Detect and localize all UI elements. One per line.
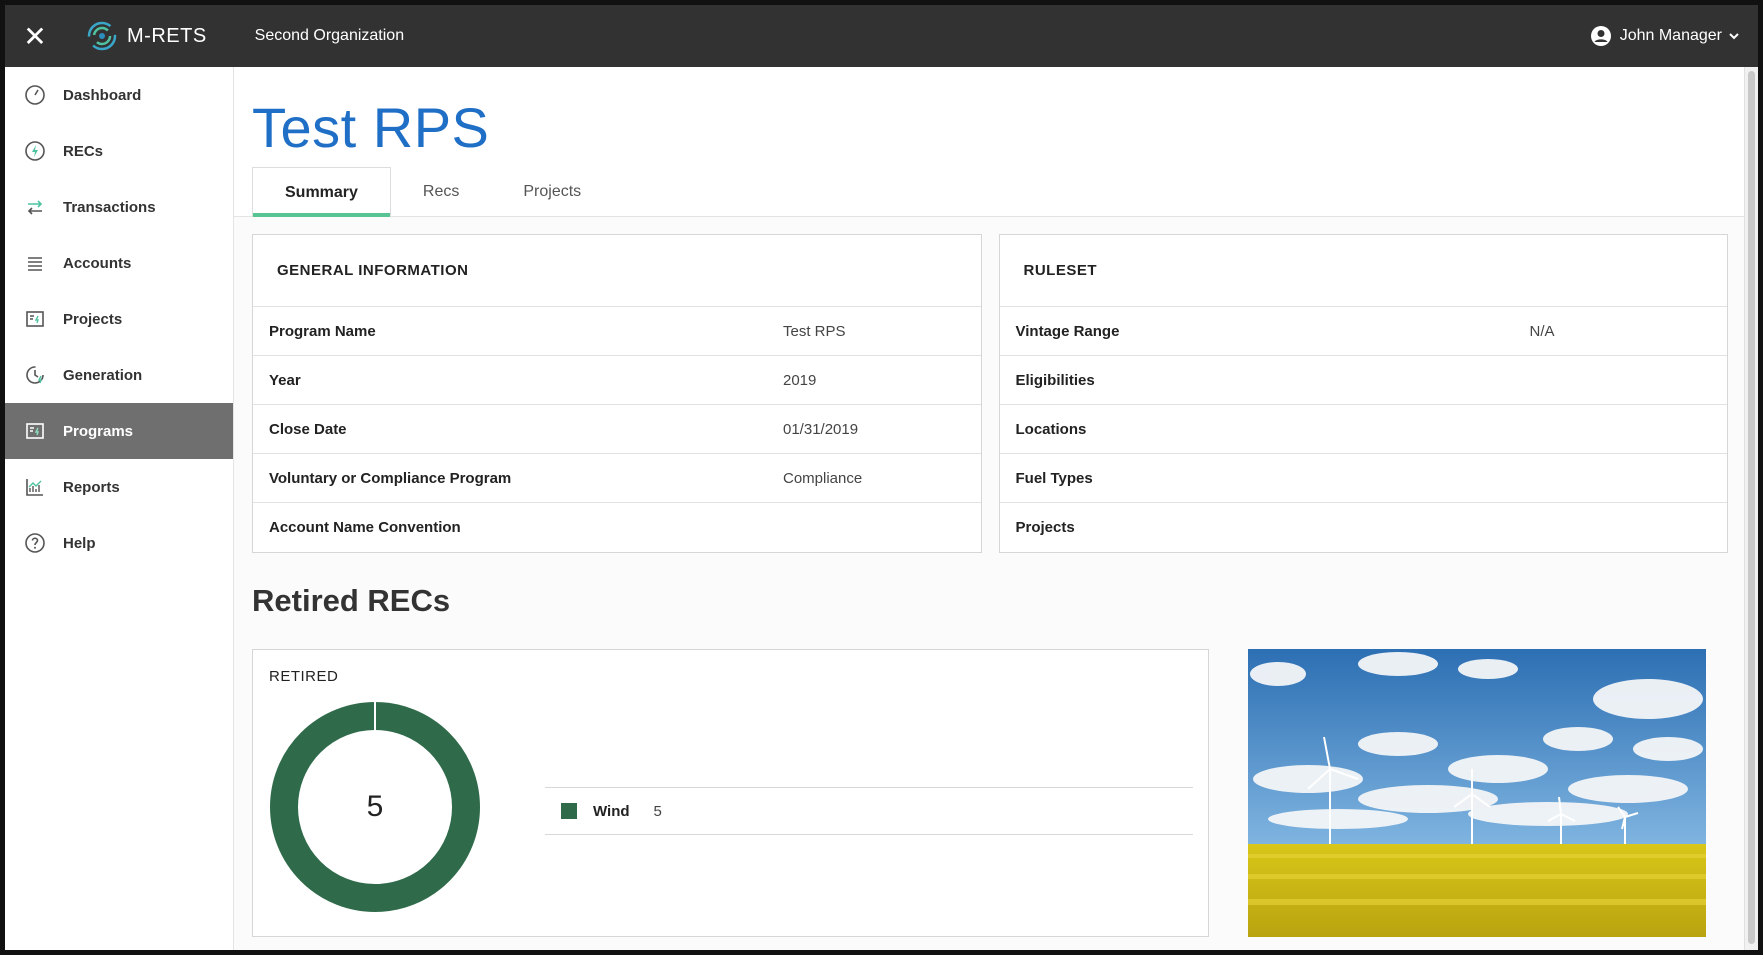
ruleset-row: Vintage Range N/A: [999, 307, 1727, 356]
close-icon[interactable]: ✕: [5, 5, 65, 67]
sidebar-item-accounts[interactable]: Accounts: [5, 235, 233, 291]
tab-projects[interactable]: Projects: [491, 167, 613, 217]
vertical-scrollbar[interactable]: [1744, 67, 1758, 950]
ruleset-row: Eligibilities: [999, 356, 1727, 405]
legend-swatch: [561, 803, 577, 819]
sidebar-item-transactions[interactable]: Transactions: [5, 179, 233, 235]
legend-name: Wind: [593, 802, 630, 820]
ruleset-panel: RULESET Vintage Range N/A Eligibilities …: [998, 234, 1728, 553]
info-panels: GENERAL INFORMATION Program Name Test RP…: [252, 234, 1728, 553]
sidebar-item-projects[interactable]: Projects: [5, 291, 233, 347]
page-header: Test RPS Summary Recs Projects: [234, 67, 1744, 217]
row-label: Voluntary or Compliance Program: [269, 469, 512, 487]
general-information-panel: GENERAL INFORMATION Program Name Test RP…: [252, 234, 982, 553]
row-label: Account Name Convention: [269, 519, 461, 536]
app-window: ✕ M-RETS Second Organization John Manage…: [0, 0, 1763, 955]
sidebar-item-label: RECs: [63, 142, 104, 160]
page-title: Test RPS: [252, 96, 490, 159]
retired-card: RETIRED 5 Wind 5: [252, 649, 1209, 937]
row-label: Vintage Range: [1015, 322, 1120, 340]
info-row: Voluntary or Compliance Program Complian…: [253, 454, 981, 503]
ruleset-row: Projects: [1000, 503, 1728, 552]
tab-bar: Summary Recs Projects: [252, 167, 613, 217]
recs-icon: [23, 139, 47, 163]
tab-recs[interactable]: Recs: [391, 167, 491, 217]
panel-heading: GENERAL INFORMATION: [253, 235, 981, 307]
row-value: Compliance: [783, 469, 863, 487]
sidebar-item-programs[interactable]: Programs: [5, 403, 233, 459]
generation-icon: [23, 363, 47, 387]
user-avatar-icon: [1590, 26, 1611, 46]
top-bar: ✕ M-RETS Second Organization John Manage…: [5, 5, 1758, 67]
sidebar-item-label: Dashboard: [63, 86, 142, 104]
help-icon: [23, 531, 47, 555]
dashboard-icon: [23, 83, 47, 107]
row-value: Test RPS: [783, 322, 846, 340]
row-label: Fuel Types: [1015, 469, 1093, 487]
sidebar-item-label: Transactions: [63, 198, 156, 216]
row-label: Year: [269, 371, 301, 389]
organization-name[interactable]: Second Organization: [255, 27, 404, 45]
transactions-icon: [23, 195, 47, 219]
chevron-down-icon: [1729, 33, 1739, 40]
user-name: John Manager: [1619, 27, 1722, 44]
row-label: Eligibilities: [1015, 371, 1095, 389]
programs-icon: [23, 419, 47, 443]
sidebar-item-label: Accounts: [63, 254, 132, 272]
panel-heading: RULESET: [999, 235, 1727, 307]
info-row: Close Date 01/31/2019: [253, 405, 981, 454]
row-label: Projects: [1015, 519, 1075, 536]
sidebar-item-dashboard[interactable]: Dashboard: [5, 67, 233, 123]
m-rets-logo-icon: [87, 21, 117, 51]
info-row: Account Name Convention: [253, 503, 981, 552]
legend-row-wind[interactable]: Wind 5: [545, 787, 1193, 835]
reports-icon: [23, 475, 47, 499]
row-label: Program Name: [269, 322, 376, 340]
user-menu[interactable]: John Manager: [1590, 25, 1740, 47]
row-value: 2019: [783, 371, 817, 389]
sidebar-item-label: Reports: [63, 478, 120, 496]
ruleset-row: Fuel Types: [999, 454, 1727, 503]
row-value: N/A: [1529, 322, 1555, 340]
row-label: Locations: [1015, 420, 1087, 438]
ruleset-row: Locations: [999, 405, 1727, 454]
donut-total: 5: [366, 790, 384, 823]
sidebar-item-label: Generation: [63, 366, 143, 384]
tab-summary[interactable]: Summary: [252, 167, 391, 217]
sidebar-item-label: Programs: [63, 422, 134, 440]
sidebar-item-reports[interactable]: Reports: [5, 459, 233, 515]
sidebar-item-label: Projects: [63, 310, 123, 328]
brand[interactable]: M-RETS: [85, 19, 207, 53]
projects-icon: [23, 307, 47, 331]
wind-farm-image: [1248, 649, 1706, 937]
sidebar: Dashboard RECs Transactions Accounts Pro…: [5, 67, 234, 950]
row-label: Close Date: [269, 420, 347, 438]
info-row: Program Name Test RPS: [253, 307, 981, 356]
retired-recs-title: Retired RECs: [252, 583, 451, 618]
brand-name: M-RETS: [127, 24, 207, 47]
scrollbar-thumb[interactable]: [1748, 71, 1755, 944]
retired-label: RETIRED: [269, 668, 339, 685]
info-row: Year 2019: [253, 356, 981, 405]
sidebar-item-recs[interactable]: RECs: [5, 123, 233, 179]
main-content: Test RPS Summary Recs Projects GENERAL I…: [234, 67, 1744, 950]
sidebar-item-label: Help: [63, 534, 96, 552]
legend-value: 5: [653, 802, 662, 820]
sidebar-item-help[interactable]: Help: [5, 515, 233, 571]
row-value: 01/31/2019: [783, 420, 859, 438]
sidebar-item-generation[interactable]: Generation: [5, 347, 233, 403]
accounts-icon: [23, 251, 47, 275]
